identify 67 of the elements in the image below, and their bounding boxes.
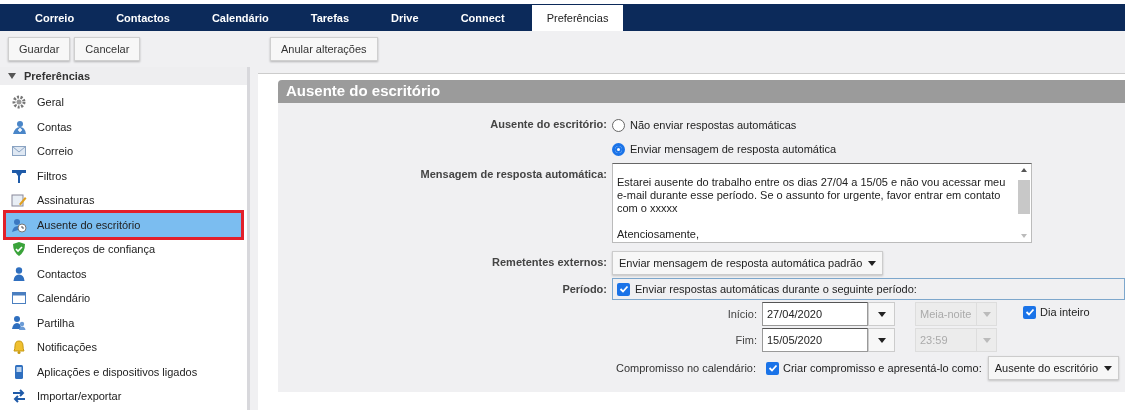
caret-icon [1104, 365, 1113, 371]
checkbox[interactable] [1023, 305, 1036, 319]
caret-icon [877, 311, 886, 317]
radio-button[interactable] [612, 142, 625, 156]
field-label: Início: [726, 306, 758, 322]
sidebar-header: Preferências [24, 68, 91, 84]
person-plus-icon [11, 118, 27, 135]
nav-tab[interactable]: Correio [20, 5, 90, 31]
pencil-icon [11, 192, 27, 209]
period-option: Enviar respostas automáticas durante o seguinte período: [612, 278, 1125, 300]
caret-icon [982, 311, 991, 317]
field-label: Fim: [734, 332, 758, 348]
checkbox-label: Criar compromisso e apresentá-lo como: [783, 360, 982, 376]
nav-tab[interactable]: Connect [445, 5, 520, 31]
radio-label: Não enviar respostas automáticas [630, 117, 797, 133]
nav-tab[interactable]: Contactos [101, 5, 185, 31]
field-label: Compromisso no calendário: [615, 360, 757, 376]
toolbar-button[interactable]: Cancelar [74, 37, 141, 61]
dropdown-button[interactable] [868, 328, 895, 352]
nav-tab[interactable]: Drive [376, 5, 434, 31]
date-field[interactable]: 15/05/2020 [762, 328, 868, 352]
nav-tab[interactable]: Preferências [531, 5, 624, 31]
checkbox-label: Dia inteiro [1040, 304, 1090, 320]
gear-icon [11, 94, 27, 111]
caret-icon [868, 260, 877, 266]
bell-icon [11, 339, 27, 356]
field-label: Ausente do escritório: [489, 117, 608, 132]
arrows-icon [11, 388, 27, 405]
person-icon [11, 265, 27, 282]
caret-icon[interactable] [8, 72, 16, 80]
sidebar-item[interactable]: Calendário [6, 286, 241, 311]
sidebar-item[interactable]: Contas [6, 114, 241, 139]
toolbar-button[interactable]: Anular alterações [270, 37, 378, 61]
calendar-icon [11, 290, 27, 307]
person-clock-icon [11, 216, 27, 233]
sidebar-item[interactable]: Correio [6, 139, 241, 164]
sidebar-item[interactable]: Ausente do escritório [6, 212, 241, 237]
sidebar-item[interactable]: Endereços de confiança [6, 237, 241, 262]
field-label: Mensagem de resposta automática: [419, 167, 608, 182]
checkbox[interactable] [617, 282, 630, 296]
dropdown-button[interactable] [868, 302, 895, 326]
nav-tab[interactable]: Calendário [196, 5, 284, 31]
sidebar-item[interactable]: Assinaturas [6, 188, 241, 213]
field-label: Período: [561, 282, 608, 297]
caret-icon [877, 337, 886, 343]
sidebar-item[interactable]: Contactos [6, 261, 241, 286]
show-as-dropdown[interactable]: Ausente do escritório [987, 356, 1120, 380]
date-field[interactable]: 27/04/2020 [762, 302, 868, 326]
sidebar-item[interactable]: Filtros [6, 163, 241, 188]
sidebar-item[interactable]: Notificações [6, 335, 241, 360]
panel-title: Ausente do escritório [278, 80, 1125, 103]
radio-button[interactable] [612, 118, 625, 132]
checkbox[interactable] [766, 361, 779, 375]
toolbar-button[interactable]: Guardar [8, 37, 71, 61]
sidebar-item[interactable]: Partilha [6, 310, 241, 335]
message-textarea[interactable]: Estarei ausente do trabalho entre os dias 27/04 a 15/05 e não vou acessar meu e-mail durante esse período. Se o assunto for urgente, favor entrar em contato com o xxxxx Atenciosamente, [612, 163, 1032, 243]
sidebar-item[interactable]: Aplicações e dispositivos ligados [6, 359, 241, 384]
radio-label: Enviar mensagem de resposta automática [630, 141, 837, 157]
sidebar-item[interactable]: Geral [6, 90, 241, 115]
filter-icon [11, 167, 27, 184]
sidebar-item[interactable]: Importar/exportar [6, 384, 241, 409]
people-icon [11, 314, 27, 331]
field-label: Remetentes externos: [491, 255, 608, 270]
nav-tab[interactable]: Tarefas [295, 5, 365, 31]
reply-dropdown[interactable]: Enviar mensagem de resposta automática padrão [612, 251, 884, 275]
caret-icon [982, 337, 991, 343]
shield-icon [11, 241, 27, 258]
